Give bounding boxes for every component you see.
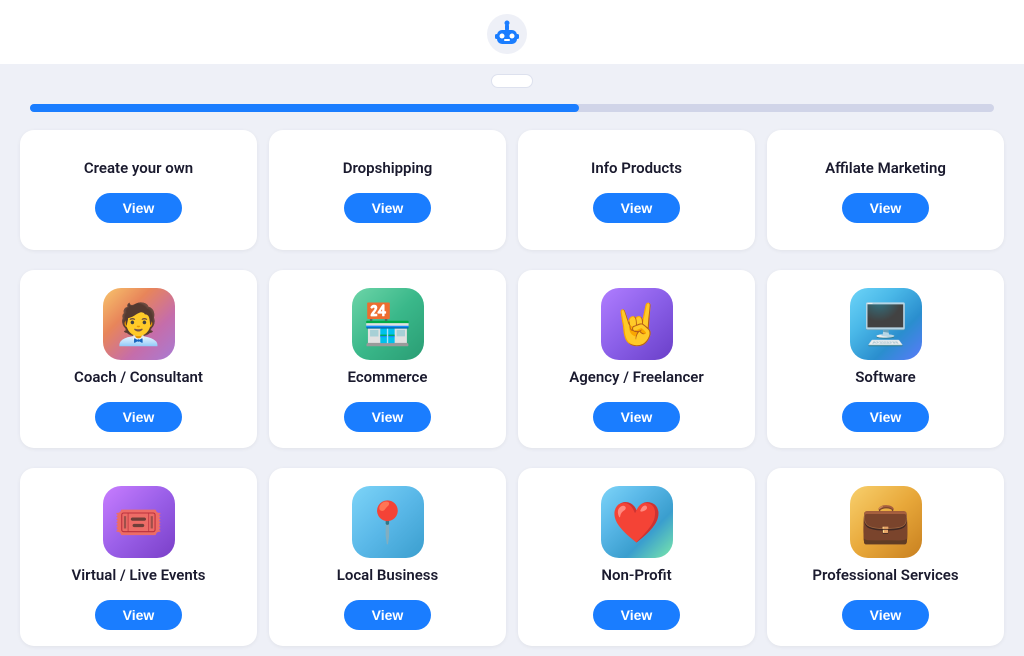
- card-title-coach: Coach / Consultant: [74, 368, 203, 386]
- card-events: 🎟️ Virtual / Live Events View: [20, 468, 257, 646]
- card-coach: 🧑‍💼 Coach / Consultant View: [20, 270, 257, 448]
- view-btn-affiliate[interactable]: View: [842, 193, 930, 223]
- card-icon-agency: 🤘: [601, 288, 673, 360]
- view-btn-ecommerce[interactable]: View: [344, 402, 432, 432]
- card-local: 📍 Local Business View: [269, 468, 506, 646]
- row1-grid: Create your ownViewDropshippingViewInfo …: [0, 120, 1024, 260]
- card-dropshipping: Dropshipping View: [269, 130, 506, 250]
- card-title-local: Local Business: [337, 566, 438, 584]
- card-info-products: Info Products View: [518, 130, 755, 250]
- card-ecommerce: 🏪 Ecommerce View: [269, 270, 506, 448]
- card-title-professional: Professional Services: [812, 566, 958, 584]
- card-professional: 💼 Professional Services View: [767, 468, 1004, 646]
- card-title-create-own: Create your own: [84, 159, 193, 177]
- logo: [487, 14, 537, 54]
- ad-account-bar: [0, 64, 1024, 94]
- card-title-software: Software: [855, 368, 915, 386]
- card-icon-ecommerce: 🏪: [352, 288, 424, 360]
- card-icon-local: 📍: [352, 486, 424, 558]
- card-agency: 🤘 Agency / Freelancer View: [518, 270, 755, 448]
- view-btn-nonprofit[interactable]: View: [593, 600, 681, 630]
- card-title-ecommerce: Ecommerce: [348, 368, 428, 386]
- view-btn-agency[interactable]: View: [593, 402, 681, 432]
- view-btn-local[interactable]: View: [344, 600, 432, 630]
- card-title-events: Virtual / Live Events: [71, 566, 205, 584]
- card-icon-coach: 🧑‍💼: [103, 288, 175, 360]
- progress-track: [30, 104, 994, 112]
- card-title-affiliate: Affilate Marketing: [825, 159, 946, 177]
- view-btn-create-own[interactable]: View: [95, 193, 183, 223]
- view-btn-dropshipping[interactable]: View: [344, 193, 432, 223]
- card-icon-professional: 💼: [850, 486, 922, 558]
- card-title-agency: Agency / Freelancer: [569, 368, 704, 386]
- view-btn-events[interactable]: View: [95, 600, 183, 630]
- card-title-nonprofit: Non-Profit: [601, 566, 671, 584]
- card-icon-events: 🎟️: [103, 486, 175, 558]
- robot-icon: [487, 14, 527, 54]
- row3-grid: 🎟️ Virtual / Live Events View 📍 Local Busine…: [0, 458, 1024, 656]
- card-create-own: Create your own View: [20, 130, 257, 250]
- card-title-dropshipping: Dropshipping: [343, 159, 433, 177]
- row2-grid: 🧑‍💼Coach / ConsultantView🏪EcommerceView🤘…: [0, 260, 1024, 458]
- view-btn-coach[interactable]: View: [95, 402, 183, 432]
- view-btn-professional[interactable]: View: [842, 600, 930, 630]
- progress-fill: [30, 104, 579, 112]
- card-affiliate: Affilate Marketing View: [767, 130, 1004, 250]
- progress-bar-section: [0, 94, 1024, 120]
- app-header: [0, 0, 1024, 64]
- ad-account-pill: [491, 74, 533, 88]
- card-icon-software: 🖥️: [850, 288, 922, 360]
- card-icon-nonprofit: ❤️: [601, 486, 673, 558]
- card-software: 🖥️ Software View: [767, 270, 1004, 448]
- card-title-info-products: Info Products: [591, 159, 682, 177]
- card-nonprofit: ❤️ Non-Profit View: [518, 468, 755, 646]
- view-btn-software[interactable]: View: [842, 402, 930, 432]
- view-btn-info-products[interactable]: View: [593, 193, 681, 223]
